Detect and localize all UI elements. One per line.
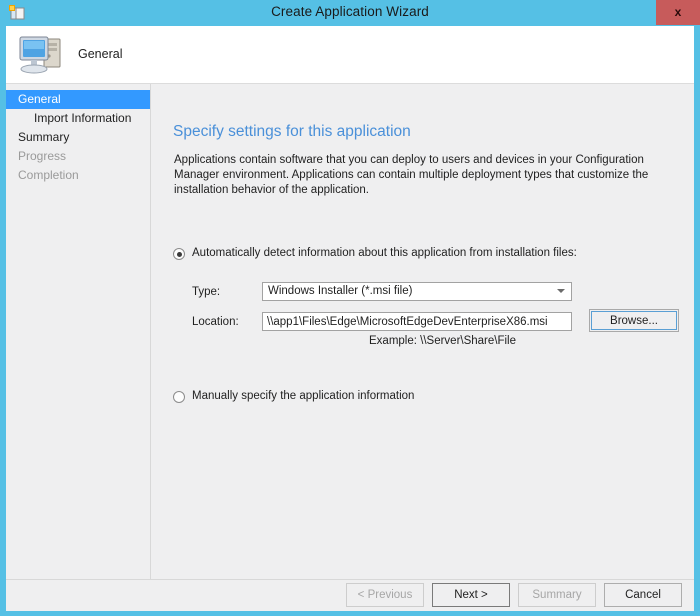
sidebar-item-completion[interactable]: Completion [6, 166, 150, 185]
sidebar-item-progress[interactable]: Progress [6, 147, 150, 166]
type-field-row: Type: Windows Installer (*.msi file) [192, 282, 572, 301]
sidebar-item-summary[interactable]: Summary [6, 128, 150, 147]
window-title: Create Application Wizard [271, 4, 429, 19]
sidebar-item-general[interactable]: General [6, 90, 150, 109]
manual-specify-radio-label: Manually specify the application informa… [192, 390, 415, 402]
dialog-footer: < Previous Next > Summary Cancel [6, 579, 694, 611]
main-area: General Import Information Summary Progr… [6, 84, 694, 579]
wizard-sidebar: General Import Information Summary Progr… [6, 84, 151, 579]
location-input[interactable] [262, 312, 572, 331]
cancel-button[interactable]: Cancel [604, 583, 682, 607]
chevron-down-icon [557, 289, 565, 293]
type-label: Type: [192, 285, 221, 298]
manual-specify-radio-row[interactable]: Manually specify the application informa… [173, 390, 414, 403]
manual-specify-radio[interactable] [173, 391, 185, 403]
sidebar-item-import-information[interactable]: Import Information [6, 109, 150, 128]
computer-icon [19, 36, 61, 74]
summary-button[interactable]: Summary [518, 583, 596, 607]
wizard-header-label: General [78, 47, 123, 61]
title-bar: Create Application Wizard x [0, 0, 700, 26]
previous-button[interactable]: < Previous [346, 583, 424, 607]
auto-detect-radio[interactable] [173, 248, 185, 260]
auto-detect-radio-row[interactable]: Automatically detect information about t… [173, 247, 577, 260]
browse-button[interactable]: Browse... [589, 309, 679, 332]
type-select[interactable]: Windows Installer (*.msi file) [262, 282, 572, 301]
close-icon[interactable]: x [656, 0, 700, 25]
location-field-row: Location: [192, 312, 572, 331]
location-example-hint: Example: \\Server\Share\File [369, 335, 517, 347]
wizard-header: General [6, 26, 694, 84]
content-pane: Specify settings for this application Ap… [152, 84, 694, 579]
location-label: Location: [192, 315, 239, 328]
page-description: Applications contain software that you c… [174, 154, 649, 196]
create-application-wizard-window: Create Application Wizard x General Gene… [0, 0, 700, 616]
type-select-value: Windows Installer (*.msi file) [268, 285, 413, 297]
auto-detect-radio-label: Automatically detect information about t… [192, 247, 577, 259]
footer-button-group: < Previous Next > Summary Cancel [346, 583, 682, 607]
dialog-body: General General Import Information Summa… [6, 26, 694, 611]
next-button[interactable]: Next > [432, 583, 510, 607]
page-title: Specify settings for this application [173, 123, 411, 140]
